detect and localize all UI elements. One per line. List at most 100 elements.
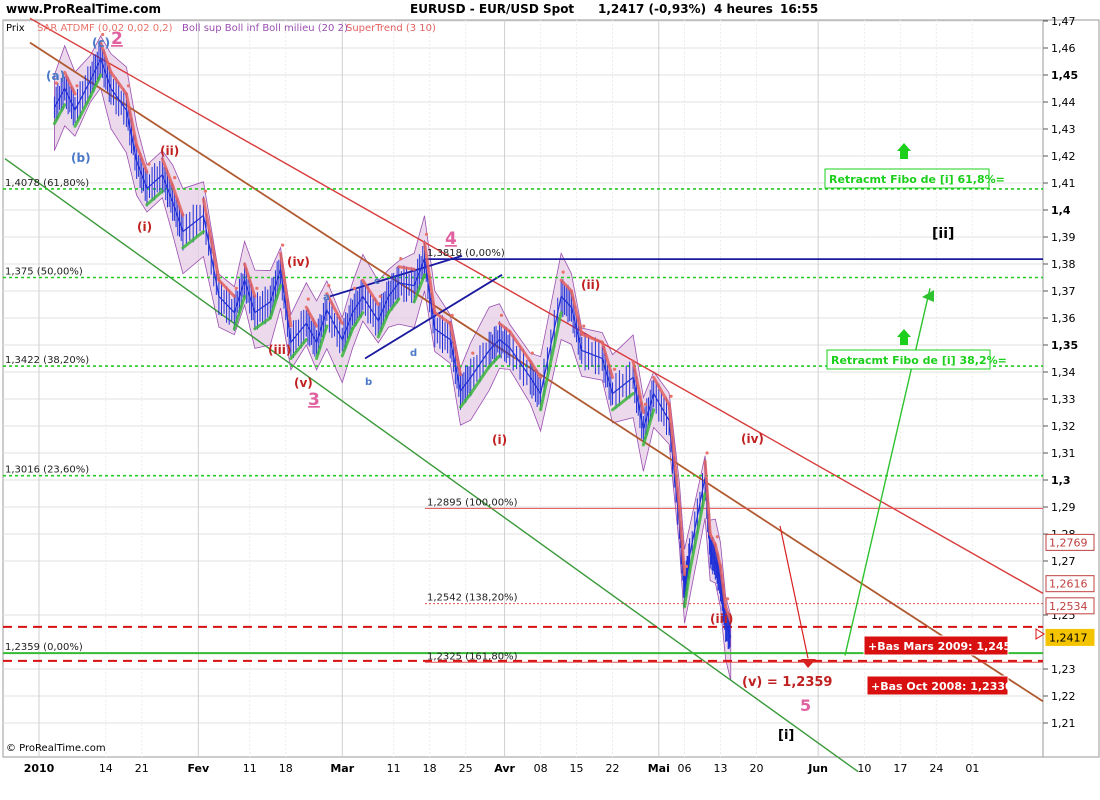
wave-label: a <box>323 292 330 303</box>
wave-label: (iii) <box>710 612 733 626</box>
wave-label: (c) <box>92 36 110 50</box>
sar-dot <box>582 324 586 328</box>
level-label: 1,2359 (0,00%) <box>5 642 83 653</box>
legend-price: Prix <box>6 23 25 34</box>
y-tick-label: 1,44 <box>1051 96 1076 109</box>
x-tick-label: 25 <box>459 762 473 775</box>
x-tick-label: 15 <box>570 762 584 775</box>
wave-label: (ii) <box>160 144 179 158</box>
level-label: 1,375 (50,00%) <box>5 267 83 278</box>
x-tick-label: 01 <box>965 762 979 775</box>
y-tick-label: 1,41 <box>1051 177 1076 190</box>
wave-label: (i) <box>492 433 507 447</box>
wave-label: [ii] <box>932 226 954 242</box>
sar-dot <box>352 286 357 290</box>
copyright: © ProRealTime.com <box>6 743 106 754</box>
x-tick-label: Fev <box>187 762 210 775</box>
price-tag-label: 1,2769 <box>1049 536 1088 549</box>
sar-dot <box>173 176 177 180</box>
x-tick-label: Avr <box>494 762 515 775</box>
y-tick-label: 1,34 <box>1051 366 1076 379</box>
y-tick-label: 1,45 <box>1051 69 1078 82</box>
y-tick-label: 1,31 <box>1051 447 1076 460</box>
sar-dot <box>669 394 673 398</box>
x-tick-label: 24 <box>929 762 943 775</box>
legend-supertrend: SuperTrend (3 10) <box>346 23 436 34</box>
retracement-label: Retracmt Fibo de [i] 38,2%= <box>831 354 1007 367</box>
price-tag-label: 1,2616 <box>1049 578 1088 591</box>
wave-label: (b) <box>71 151 91 165</box>
y-tick-label: 1,21 <box>1051 717 1076 730</box>
sar-dot <box>378 294 382 298</box>
legend-sar: SAR ATDMF (0,02 0,02 0,2) <box>37 23 173 34</box>
y-tick-label: 1,36 <box>1051 312 1076 325</box>
sar-dot <box>450 313 454 317</box>
level-label: 1,3016 (23,60%) <box>5 465 89 476</box>
wave-label: (iii) <box>268 343 291 357</box>
sar-dot <box>280 243 285 247</box>
level-label: 1,4078 (61,80%) <box>5 178 89 189</box>
wave-label: d <box>410 348 417 359</box>
sar-dot <box>612 367 617 371</box>
sar-dot <box>499 313 504 317</box>
target-label: (v) = 1,2359 <box>742 675 832 690</box>
sar-dot <box>471 351 475 355</box>
indicator-legend: Prix SAR ATDMF (0,02 0,02 0,2) Boll sup Bo… <box>6 23 436 34</box>
x-tick-label: 2010 <box>24 762 55 775</box>
x-tick-label: Jun <box>807 762 828 775</box>
sar-dot <box>715 535 719 539</box>
x-tick-label: 21 <box>135 762 149 775</box>
y-tick-label: 1,32 <box>1051 420 1076 433</box>
x-tick-label: 14 <box>99 762 113 775</box>
sar-dot <box>234 286 238 290</box>
y-tick-label: 1,4 <box>1051 204 1071 217</box>
wave-label: (iv) <box>287 255 310 269</box>
price-chart: 1,211,221,231,251,271,281,291,31,311,321… <box>2 15 1100 775</box>
y-tick-label: 1,22 <box>1051 690 1076 703</box>
x-tick-label: 11 <box>387 762 401 775</box>
y-tick-label: 1,37 <box>1051 285 1076 298</box>
y-tick-label: 1,38 <box>1051 258 1076 271</box>
y-tick-label: 1,3 <box>1051 474 1071 487</box>
y-tick-label: 1,43 <box>1051 123 1076 136</box>
level-label: 1,3818 (0,00%) <box>427 248 505 259</box>
sar-dot <box>147 162 151 166</box>
x-tick-label: 11 <box>243 762 257 775</box>
wave-label: 5 <box>800 696 811 715</box>
x-tick-label: 18 <box>279 762 293 775</box>
sar-dot <box>75 84 79 88</box>
wave-label: b <box>365 377 372 388</box>
price-tag-label: 1,2534 <box>1049 600 1088 613</box>
sar-dot <box>684 564 689 569</box>
sar-dot <box>203 189 208 193</box>
sar-dot <box>643 402 647 406</box>
sar-dot <box>530 351 534 355</box>
wave-label: c <box>374 276 380 287</box>
sar-dot <box>561 270 565 274</box>
x-tick-label: 18 <box>423 762 437 775</box>
wave-label: (iv) <box>741 432 764 446</box>
x-tick-label: 08 <box>534 762 548 775</box>
wave-label: (i) <box>137 220 152 234</box>
x-tick-label: 17 <box>893 762 907 775</box>
y-tick-label: 1,46 <box>1051 42 1076 55</box>
sar-dot <box>255 286 259 290</box>
sar-dot <box>306 297 310 301</box>
support-label: +Bas Oct 2008: 1,2330 <box>871 680 1013 693</box>
sar-dot <box>399 257 403 261</box>
y-tick-label: 1,27 <box>1051 555 1076 568</box>
wave-label: 3 <box>308 390 320 410</box>
y-tick-label: 1,29 <box>1051 501 1076 514</box>
wave-label: [i] <box>778 728 794 743</box>
price-tag-label: 1,2417 <box>1049 631 1088 644</box>
retracement-label: Retracmt Fibo de [i] 61,8%= <box>829 173 1005 186</box>
level-label: 1,2895 (100,00%) <box>427 497 518 508</box>
wave-label: (a) <box>46 69 65 83</box>
y-tick-label: 1,42 <box>1051 150 1076 163</box>
sar-dot <box>327 284 331 288</box>
x-tick-label: 10 <box>857 762 871 775</box>
x-tick-label: 13 <box>713 762 727 775</box>
x-tick-label: Mar <box>330 762 354 775</box>
wave-label: (v) <box>294 376 313 390</box>
support-label: +Bas Mars 2009: 1,2456 <box>868 640 1019 653</box>
